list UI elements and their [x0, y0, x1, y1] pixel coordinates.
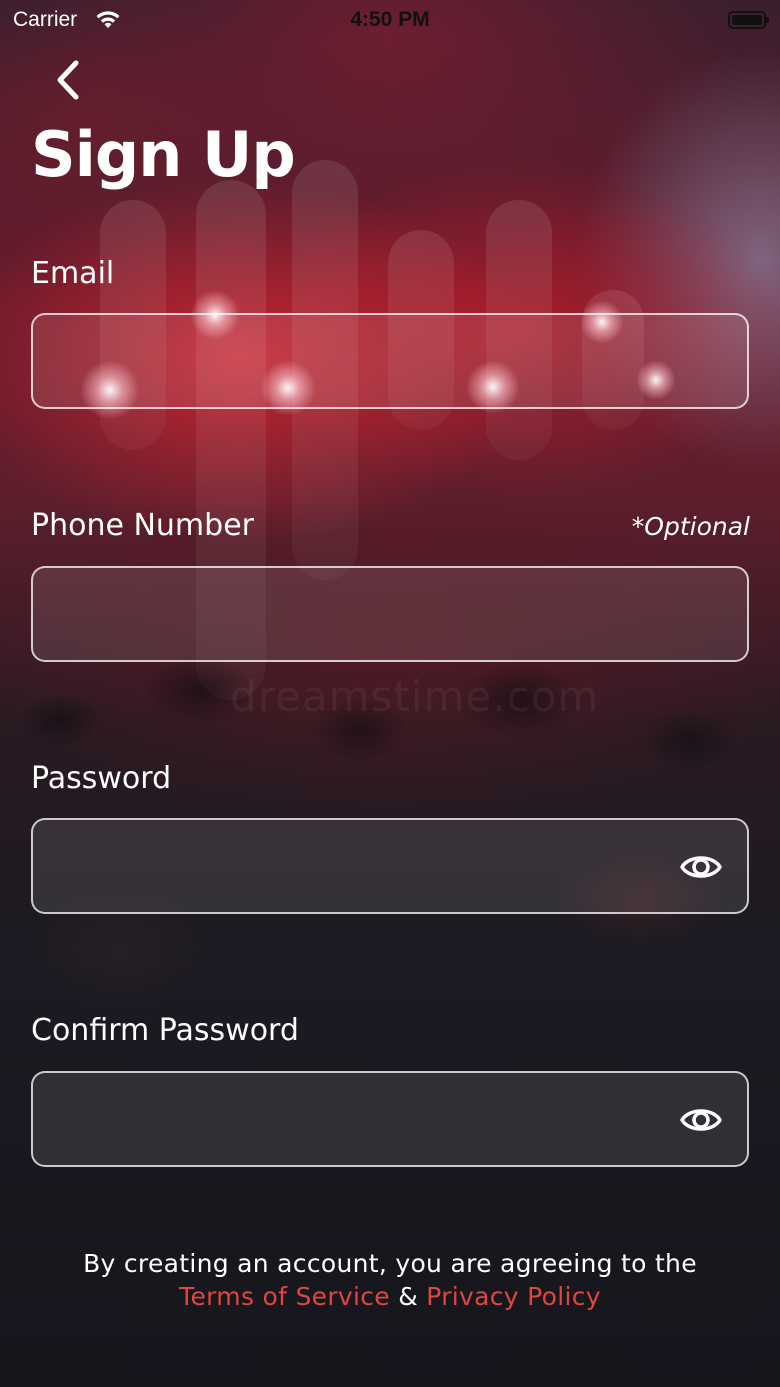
confirm-password-field-container	[31, 1071, 749, 1167]
email-label: Email	[31, 256, 115, 291]
chevron-left-icon	[57, 60, 79, 100]
privacy-policy-link[interactable]: Privacy Policy	[426, 1282, 601, 1311]
eye-icon[interactable]	[679, 1102, 723, 1138]
back-button[interactable]	[46, 58, 90, 102]
legal-separator: &	[398, 1282, 419, 1311]
phone-field-container	[31, 566, 749, 662]
confirm-password-field[interactable]	[33, 1073, 747, 1165]
password-field[interactable]	[33, 820, 747, 912]
concert-background-image: dreamstime.com	[0, 0, 780, 1387]
phone-number-field[interactable]	[33, 568, 747, 660]
email-field-container	[31, 313, 749, 409]
optional-label: *Optional	[631, 512, 750, 541]
legal-links: Terms of Service & Privacy Policy	[0, 1280, 780, 1313]
status-bar: Carrier 4:50 PM	[0, 0, 780, 40]
status-time: 4:50 PM	[350, 8, 430, 31]
phone-number-label: Phone Number	[31, 508, 254, 543]
confirm-password-label: Confirm Password	[31, 1013, 299, 1048]
page-title: Sign Up	[31, 118, 296, 191]
eye-icon[interactable]	[679, 849, 723, 885]
battery-icon	[728, 11, 769, 29]
legal-text: By creating an account, you are agreeing…	[83, 1249, 697, 1278]
terms-of-service-link[interactable]: Terms of Service	[179, 1282, 390, 1311]
legal-notice: By creating an account, you are agreeing…	[0, 1247, 780, 1313]
password-field-container	[31, 818, 749, 914]
watermark-text: dreamstime.com	[230, 672, 600, 721]
email-field[interactable]	[33, 315, 747, 407]
password-label: Password	[31, 761, 172, 796]
